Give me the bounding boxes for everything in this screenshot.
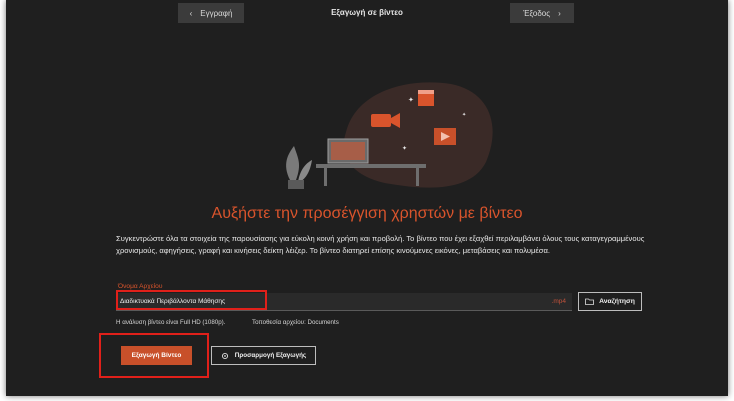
filename-label: Όνομα Αρχείου — [118, 283, 163, 290]
customize-export-button[interactable]: Προσαρμογή Εξαγωγής — [211, 346, 316, 365]
customize-export-label: Προσαρμογή Εξαγωγής — [234, 352, 307, 359]
filename-input[interactable] — [120, 293, 520, 310]
export-video-window: ‹ Εγγραφή Εξαγωγή σε βίντεο Έξοδος › ✦ ✦… — [6, 0, 728, 396]
description-text: Συγκεντρώστε όλα τα στοιχεία της παρουσί… — [116, 234, 645, 255]
browse-button-label: Αναζήτηση — [599, 298, 635, 305]
chevron-right-icon: › — [558, 8, 561, 18]
resolution-info: Η ανάλυση βίντεο είναι Full HD (1080p). — [116, 319, 226, 326]
top-navigation-bar: ‹ Εγγραφή Εξαγωγή σε βίντεο Έξοδος › — [6, 0, 728, 26]
file-extension: .mp4 — [551, 298, 566, 305]
video-camera-icon — [371, 114, 391, 127]
headline: Αυξήστε την προσέγγιση χρηστών με βίντεο — [211, 205, 523, 222]
export-video-button[interactable]: Εξαγωγή Βίντεο — [121, 346, 192, 365]
filename-field: .mp4 — [116, 293, 572, 311]
video-illustration: ✦ ✦ ✦ — [286, 82, 493, 189]
exit-button[interactable]: Έξοδος › — [510, 3, 574, 23]
folder-icon — [585, 298, 595, 305]
file-location-info: Τοποθεσία αρχείου: Documents — [252, 319, 339, 326]
page-title: Εξαγωγή σε βίντεο — [331, 8, 403, 17]
browse-button[interactable]: Αναζήτηση — [578, 292, 642, 311]
film-clapper-icon — [418, 94, 434, 106]
desk — [316, 164, 426, 168]
exit-button-label: Έξοδος — [523, 8, 551, 18]
svg-text:✦: ✦ — [408, 96, 414, 104]
svg-text:✦: ✦ — [402, 145, 407, 152]
plant-icon — [286, 146, 300, 180]
gear-icon — [221, 352, 228, 359]
svg-text:✦: ✦ — [462, 112, 466, 118]
